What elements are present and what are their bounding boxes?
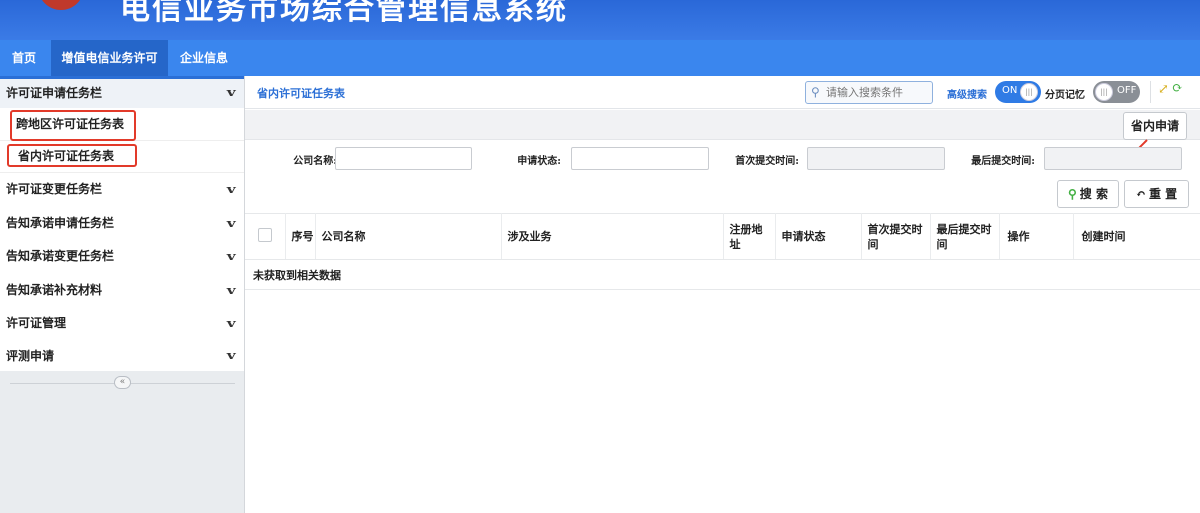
search-input[interactable] [826,85,930,100]
menu-license-apply[interactable]: 许可证申请任务栏 v [0,76,244,108]
sidebar: 许可证申请任务栏 v 跨地区许可证任务表 省内许可证任务表 许可证变更任务栏 v … [0,76,245,513]
search-button[interactable]: ⚲ 搜 索 [1057,180,1119,208]
chevron-down-icon: v [226,283,236,297]
tab-vas-license[interactable]: 增值电信业务许可 [51,40,168,76]
page-memory-toggle[interactable]: ||| OFF [1093,81,1140,103]
reset-icon: ↶ [1135,187,1146,201]
top-banner: 电信业务市场综合管理信息系统 [0,0,1200,40]
refresh-icon[interactable]: ⟳ [1172,81,1183,96]
menu-label: 许可证申请任务栏 [6,86,103,100]
collapse-sidebar-icon[interactable]: « [114,376,131,389]
advanced-search-label: 高级搜索 [947,90,987,101]
search-icon: ⚲ [811,85,820,99]
menu-label: 告知承诺变更任务栏 [6,249,115,263]
reset-button[interactable]: ↶ 重 置 [1124,180,1189,208]
reset-button-label: 重 置 [1148,187,1178,201]
menu-label: 许可证管理 [6,316,67,330]
menu-label: 告知承诺申请任务栏 [6,215,115,230]
first-submit-input[interactable] [807,147,945,170]
page-memory-label: 分页记忆 [1045,90,1085,101]
col-header[interactable]: 申请状态 [775,213,862,260]
menu-license-manage[interactable]: 许可证管理 v [0,307,244,341]
col-header[interactable]: 首次提交时间 [861,213,931,260]
content-tabbar: 省内许可证任务表 ⚲ 高级搜索 ON ||| 分页记忆 ||| OFF ⤢ ⟳ [245,76,1200,109]
col-header[interactable]: 序号 [285,213,316,260]
menu-notify-change[interactable]: 告知承诺变更任务栏 v [0,240,244,274]
task-table: 序号 公司名称 涉及业务 注册地址 申请状态 首次提交时间 最后提交时间 操作 … [245,213,1200,290]
chevron-down-icon: v [226,216,236,230]
select-all-cell [245,213,286,260]
apply-status-select[interactable] [571,147,709,170]
tab-company-info[interactable]: 企业信息 [170,40,238,76]
toolbar [245,110,1200,140]
search-icon: ⚲ [1068,187,1077,201]
apply-status-label: 申请状态: [517,156,561,167]
col-header[interactable]: 注册地址 [723,213,776,260]
menu-evaluation[interactable]: 评测申请 v [0,341,244,371]
chevron-down-icon: v [226,348,236,362]
system-title: 电信业务市场综合管理信息系统 [120,0,568,27]
advanced-search-toggle[interactable]: ON ||| [995,81,1041,103]
menu-license-change[interactable]: 许可证变更任务栏 v [0,173,244,207]
main-nav: 首页 增值电信业务许可 企业信息 [0,40,1200,76]
highlight-box [10,110,136,141]
chevron-down-icon: v [226,317,236,330]
first-submit-label: 首次提交时间: [735,156,799,167]
col-header[interactable]: 操作 [999,213,1074,260]
highlight-box [7,144,137,167]
select-all-checkbox[interactable] [258,227,272,242]
fullscreen-icon[interactable]: ⤢ [1158,82,1169,97]
menu-notify-supplement[interactable]: 告知承诺补充材料 v [0,274,244,308]
search-box[interactable]: ⚲ [805,81,933,104]
menu-label: 告知承诺补充材料 [6,282,103,297]
chevron-down-icon: v [226,183,236,196]
empty-message: 未获取到相关数据 [245,259,1200,290]
chevron-down-icon: v [226,250,236,263]
table-row: 未获取到相关数据 [245,259,1200,290]
search-button-label: 搜 索 [1079,187,1108,201]
menu-notify-apply[interactable]: 告知承诺申请任务栏 v [0,207,244,241]
company-name-input[interactable] [335,147,472,170]
toggle-knob: ||| [1095,83,1113,101]
tab-home[interactable]: 首页 [0,40,48,76]
col-header[interactable]: 公司名称 [315,213,502,260]
last-submit-input[interactable] [1044,147,1182,170]
col-header[interactable]: 涉及业务 [501,213,724,260]
col-header[interactable]: 最后提交时间 [930,213,1000,260]
content-tab-title[interactable]: 省内许可证任务表 [257,85,345,101]
logo-icon [38,0,84,10]
menu-label: 评测申请 [6,348,55,363]
main-panel: 省内许可证任务表 ⚲ 高级搜索 ON ||| 分页记忆 ||| OFF ⤢ ⟳ … [245,76,1200,513]
col-header[interactable]: 创建时间 [1073,213,1200,260]
divider [1150,81,1151,103]
toggle-text: ON [1002,85,1018,96]
table-header-row: 序号 公司名称 涉及业务 注册地址 申请状态 首次提交时间 最后提交时间 操作 … [245,213,1200,260]
company-name-label: 公司名称: [293,156,337,167]
provincial-apply-button[interactable]: 省内申请 [1123,112,1187,140]
menu-label: 许可证变更任务栏 [6,182,103,196]
last-submit-label: 最后提交时间: [971,156,1035,167]
toggle-text: OFF [1117,85,1137,96]
chevron-down-icon: v [226,86,236,99]
toggle-knob: ||| [1020,83,1038,101]
